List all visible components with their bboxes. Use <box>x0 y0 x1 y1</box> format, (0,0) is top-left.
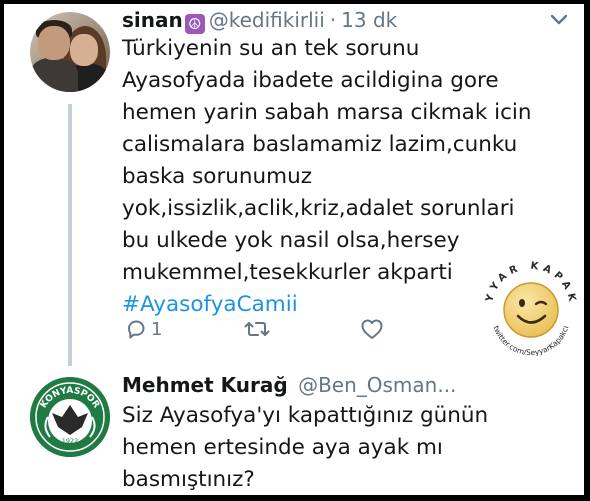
smiley-face-icon <box>503 282 559 338</box>
tweet-text-line: hemen yarin sabah marsa cikmak icin <box>122 100 532 125</box>
tweet-text-line: Ayasofyada ibadete acildigina gore <box>122 68 499 93</box>
like-button[interactable] <box>360 318 384 340</box>
tweet-text-line: baska sorunumuz <box>122 164 313 189</box>
tweet-text-line: bu ulkede yok nasil olsa,hersey <box>122 228 460 253</box>
tweet-screenshot-card: sinan ☮ @kedifikirlii · 13 dk Türkiyenin su … <box>4 4 584 495</box>
meta-separator: · <box>329 8 337 32</box>
heart-icon <box>361 319 383 339</box>
reply-button[interactable]: 1 <box>124 317 162 341</box>
chevron-down-icon[interactable] <box>549 13 569 27</box>
thread-connector-line <box>68 104 72 366</box>
konyaspor-crest-icon: KONYASPOR 1922 <box>30 377 110 457</box>
author-handle[interactable]: @kedifikirlii <box>209 8 325 32</box>
reply-author-avatar[interactable]: KONYASPOR 1922 <box>30 377 110 457</box>
tweet-text-line: calismalara baslamamiz lazim,cunku <box>122 132 518 157</box>
reply-author-handle[interactable]: @Ben_Osman... <box>298 373 456 397</box>
retweet-button[interactable] <box>244 317 270 341</box>
seyyar-kapakci-watermark: SEYYAR KAPAKÇI twitter.com/SeyyarKapakci <box>480 256 574 356</box>
reply-header: Mehmet Kurağ @Ben_Osman... <box>122 373 456 397</box>
author-name[interactable]: sinan <box>122 8 183 32</box>
tweet-text: Türkiyenin su an tek sorunu Ayasofyada i… <box>122 33 532 321</box>
tweet-header: sinan ☮ @kedifikirlii · 13 dk <box>122 8 397 34</box>
reply-count: 1 <box>151 318 163 340</box>
retweet-icon <box>244 322 270 336</box>
reply-text-line: basmıştınız? <box>122 467 255 492</box>
reply-text-line: Siz Ayasofya'yı kapattığınız günün <box>122 403 489 428</box>
reply-text: Siz Ayasofya'yı kapattığınız günün hemen… <box>122 400 488 495</box>
reply-icon <box>128 320 145 339</box>
tweet-text-line: Türkiyenin su an tek sorunu <box>122 36 420 61</box>
reply-author-name[interactable]: Mehmet Kurağ <box>122 373 288 397</box>
reply-text-line: hemen ertesinde aya ayak mı <box>122 435 443 460</box>
peace-emoji-icon: ☮ <box>184 14 205 34</box>
author-avatar[interactable] <box>30 12 110 92</box>
svg-text:1922: 1922 <box>62 437 79 445</box>
tweet-text-line: yok,issizlik,aclik,kriz,adalet sorunlari <box>122 196 515 221</box>
tweet-text-line: mukemmel,tesekkurler akparti <box>122 260 453 285</box>
tweet-timestamp[interactable]: 13 dk <box>341 8 397 32</box>
hashtag-link[interactable]: #AyasofyaCamii <box>122 289 532 321</box>
